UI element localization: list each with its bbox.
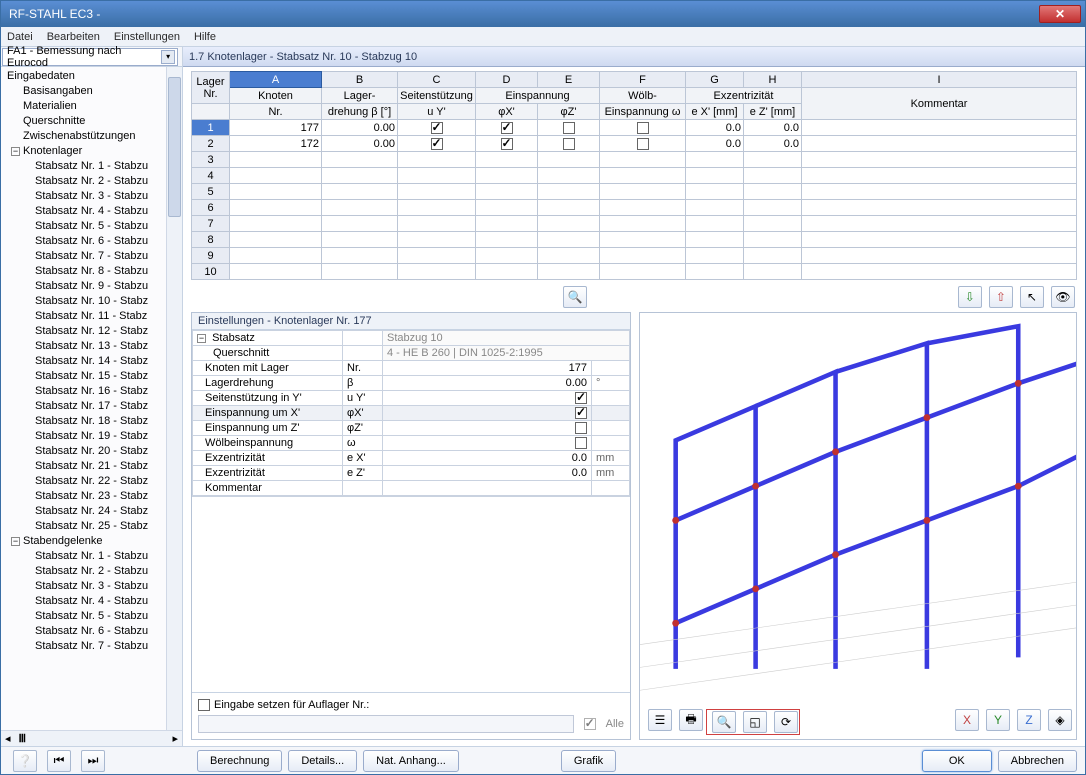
tree-querschnitte[interactable]: Querschnitte xyxy=(3,114,182,129)
tree-stabend-3[interactable]: Stabsatz Nr. 3 - Stabzu xyxy=(3,579,182,594)
tree-stabsatz-5[interactable]: Stabsatz Nr. 5 - Stabzu xyxy=(3,219,182,234)
tree-stabsatz-2[interactable]: Stabsatz Nr. 2 - Stabzu xyxy=(3,174,182,189)
nat-anhang-button[interactable]: Nat. Anhang... xyxy=(363,750,459,772)
pick-icon[interactable]: ↖ xyxy=(1020,286,1044,308)
tree-stabsatz-15[interactable]: Stabsatz Nr. 15 - Stabz xyxy=(3,369,182,384)
tree-stabsatz-13[interactable]: Stabsatz Nr. 13 - Stabz xyxy=(3,339,182,354)
eye-icon[interactable]: 👁 xyxy=(1051,286,1075,308)
settings-title: Einstellungen - Knotenlager Nr. 177 xyxy=(192,313,630,330)
highlighted-toolbar-group: 🔍 ◱ ⟳ xyxy=(706,709,800,735)
window-title: RF-STAHL EC3 - xyxy=(5,7,1039,21)
tree-stabsatz-7[interactable]: Stabsatz Nr. 7 - Stabzu xyxy=(3,249,182,264)
find-icon[interactable]: 🔍 xyxy=(563,286,587,308)
tree-stabsatz-19[interactable]: Stabsatz Nr. 19 - Stabz xyxy=(3,429,182,444)
tree-stabsatz-11[interactable]: Stabsatz Nr. 11 - Stabz xyxy=(3,309,182,324)
berechnung-button[interactable]: Berechnung xyxy=(197,750,282,772)
export-icon[interactable]: ⇧ xyxy=(989,286,1013,308)
axis-x-icon[interactable]: X xyxy=(955,709,979,731)
tree-stabsatz-6[interactable]: Stabsatz Nr. 6 - Stabzu xyxy=(3,234,182,249)
tree-stabend-6[interactable]: Stabsatz Nr. 6 - Stabzu xyxy=(3,624,182,639)
tree-stabsatz-17[interactable]: Stabsatz Nr. 17 - Stabz xyxy=(3,399,182,414)
menu-settings[interactable]: Einstellungen xyxy=(114,31,180,43)
tree-stabendgelenke[interactable]: −Stabendgelenke xyxy=(3,534,182,549)
tree-stabsatz-20[interactable]: Stabsatz Nr. 20 - Stabz xyxy=(3,444,182,459)
tree-basisangaben[interactable]: Basisangaben xyxy=(3,84,182,99)
tree-stabsatz-25[interactable]: Stabsatz Nr. 25 - Stabz xyxy=(3,519,182,534)
tree-stabsatz-1[interactable]: Stabsatz Nr. 1 - Stabzu xyxy=(3,159,182,174)
rotate-icon[interactable]: ⟳ xyxy=(774,711,798,733)
tree-stabsatz-16[interactable]: Stabsatz Nr. 16 - Stabz xyxy=(3,384,182,399)
tree-stabend-7[interactable]: Stabsatz Nr. 7 - Stabzu xyxy=(3,639,182,654)
details-button[interactable]: Details... xyxy=(288,750,357,772)
properties-table[interactable]: − StabsatzStabzug 10 Querschnitt4 - HE B… xyxy=(192,330,630,496)
help-icon[interactable]: ❔ xyxy=(13,750,37,772)
tree-stabend-4[interactable]: Stabsatz Nr. 4 - Stabzu xyxy=(3,594,182,609)
tree-scrollbar[interactable] xyxy=(166,67,182,730)
set-for-support-check[interactable] xyxy=(198,699,210,711)
tree-stabsatz-22[interactable]: Stabsatz Nr. 22 - Stabz xyxy=(3,474,182,489)
tree-stabsatz-3[interactable]: Stabsatz Nr. 3 - Stabzu xyxy=(3,189,182,204)
tree-materialien[interactable]: Materialien xyxy=(3,99,182,114)
tree-stabsatz-12[interactable]: Stabsatz Nr. 12 - Stabz xyxy=(3,324,182,339)
menu-edit[interactable]: Bearbeiten xyxy=(47,31,100,43)
nav-prev-icon[interactable]: ⏮ xyxy=(47,750,71,772)
tree-hscroll[interactable]: ◂Ⅲ ▸ xyxy=(1,730,182,746)
tree-stabsatz-10[interactable]: Stabsatz Nr. 10 - Stabz xyxy=(3,294,182,309)
tree-stabsatz-18[interactable]: Stabsatz Nr. 18 - Stabz xyxy=(3,414,182,429)
nav-next-icon[interactable]: ⏭ xyxy=(81,750,105,772)
tree-stabsatz-8[interactable]: Stabsatz Nr. 8 - Stabzu xyxy=(3,264,182,279)
tree-stabsatz-24[interactable]: Stabsatz Nr. 24 - Stabz xyxy=(3,504,182,519)
3d-viewer[interactable]: ☰ 🖶 🔍 ◱ ⟳ X Y Z ◈ xyxy=(639,312,1077,740)
tree-stabsatz-21[interactable]: Stabsatz Nr. 21 - Stabz xyxy=(3,459,182,474)
menubar: Datei Bearbeiten Einstellungen Hilfe xyxy=(1,27,1085,47)
fit-icon[interactable]: ◱ xyxy=(743,711,767,733)
tree-knotenlager[interactable]: −Knotenlager xyxy=(3,144,182,159)
settings-panel: Einstellungen - Knotenlager Nr. 177 − St… xyxy=(191,312,631,740)
tree-stabend-5[interactable]: Stabsatz Nr. 5 - Stabzu xyxy=(3,609,182,624)
iso-icon[interactable]: ◈ xyxy=(1048,709,1072,731)
ok-button[interactable]: OK xyxy=(922,750,992,772)
section-header: 1.7 Knotenlager - Stabsatz Nr. 10 - Stab… xyxy=(183,47,1085,67)
tree-stabend-1[interactable]: Stabsatz Nr. 1 - Stabzu xyxy=(3,549,182,564)
grafik-button[interactable]: Grafik xyxy=(561,750,616,772)
view-list-icon[interactable]: ☰ xyxy=(648,709,672,731)
all-check xyxy=(584,718,596,730)
loadcase-combo[interactable]: FA1 - Bemessung nach Eurocod ▾ xyxy=(2,48,178,66)
tree-stabsatz-9[interactable]: Stabsatz Nr. 9 - Stabzu xyxy=(3,279,182,294)
menu-help[interactable]: Hilfe xyxy=(194,31,216,43)
tree-stabsatz-14[interactable]: Stabsatz Nr. 14 - Stabz xyxy=(3,354,182,369)
support-nr-input xyxy=(198,715,574,733)
chevron-down-icon: ▾ xyxy=(161,50,175,64)
tree-stabsatz-4[interactable]: Stabsatz Nr. 4 - Stabzu xyxy=(3,204,182,219)
sidebar: FA1 - Bemessung nach Eurocod ▾ Eingabeda… xyxy=(1,47,183,746)
tree-stabend-2[interactable]: Stabsatz Nr. 2 - Stabzu xyxy=(3,564,182,579)
import-icon[interactable]: ⇩ xyxy=(958,286,982,308)
print-icon[interactable]: 🖶 xyxy=(679,709,703,731)
axis-z-icon[interactable]: Z xyxy=(1017,709,1041,731)
abbrechen-button[interactable]: Abbrechen xyxy=(998,750,1077,772)
tree-zwischen[interactable]: Zwischenabstützungen xyxy=(3,129,182,144)
data-grid[interactable]: LagerNr. A B C D E F G H I KnotenLager-S… xyxy=(191,71,1077,280)
menu-file[interactable]: Datei xyxy=(7,31,33,43)
titlebar: RF-STAHL EC3 - ✕ xyxy=(1,1,1085,27)
close-button[interactable]: ✕ xyxy=(1039,5,1081,23)
nav-tree[interactable]: Eingabedaten Basisangaben Materialien Qu… xyxy=(1,67,182,730)
footer: ❔ ⏮ ⏭ Berechnung Details... Nat. Anhang.… xyxy=(1,746,1085,774)
zoom-icon[interactable]: 🔍 xyxy=(712,711,736,733)
tree-stabsatz-23[interactable]: Stabsatz Nr. 23 - Stabz xyxy=(3,489,182,504)
axis-y-icon[interactable]: Y xyxy=(986,709,1010,731)
